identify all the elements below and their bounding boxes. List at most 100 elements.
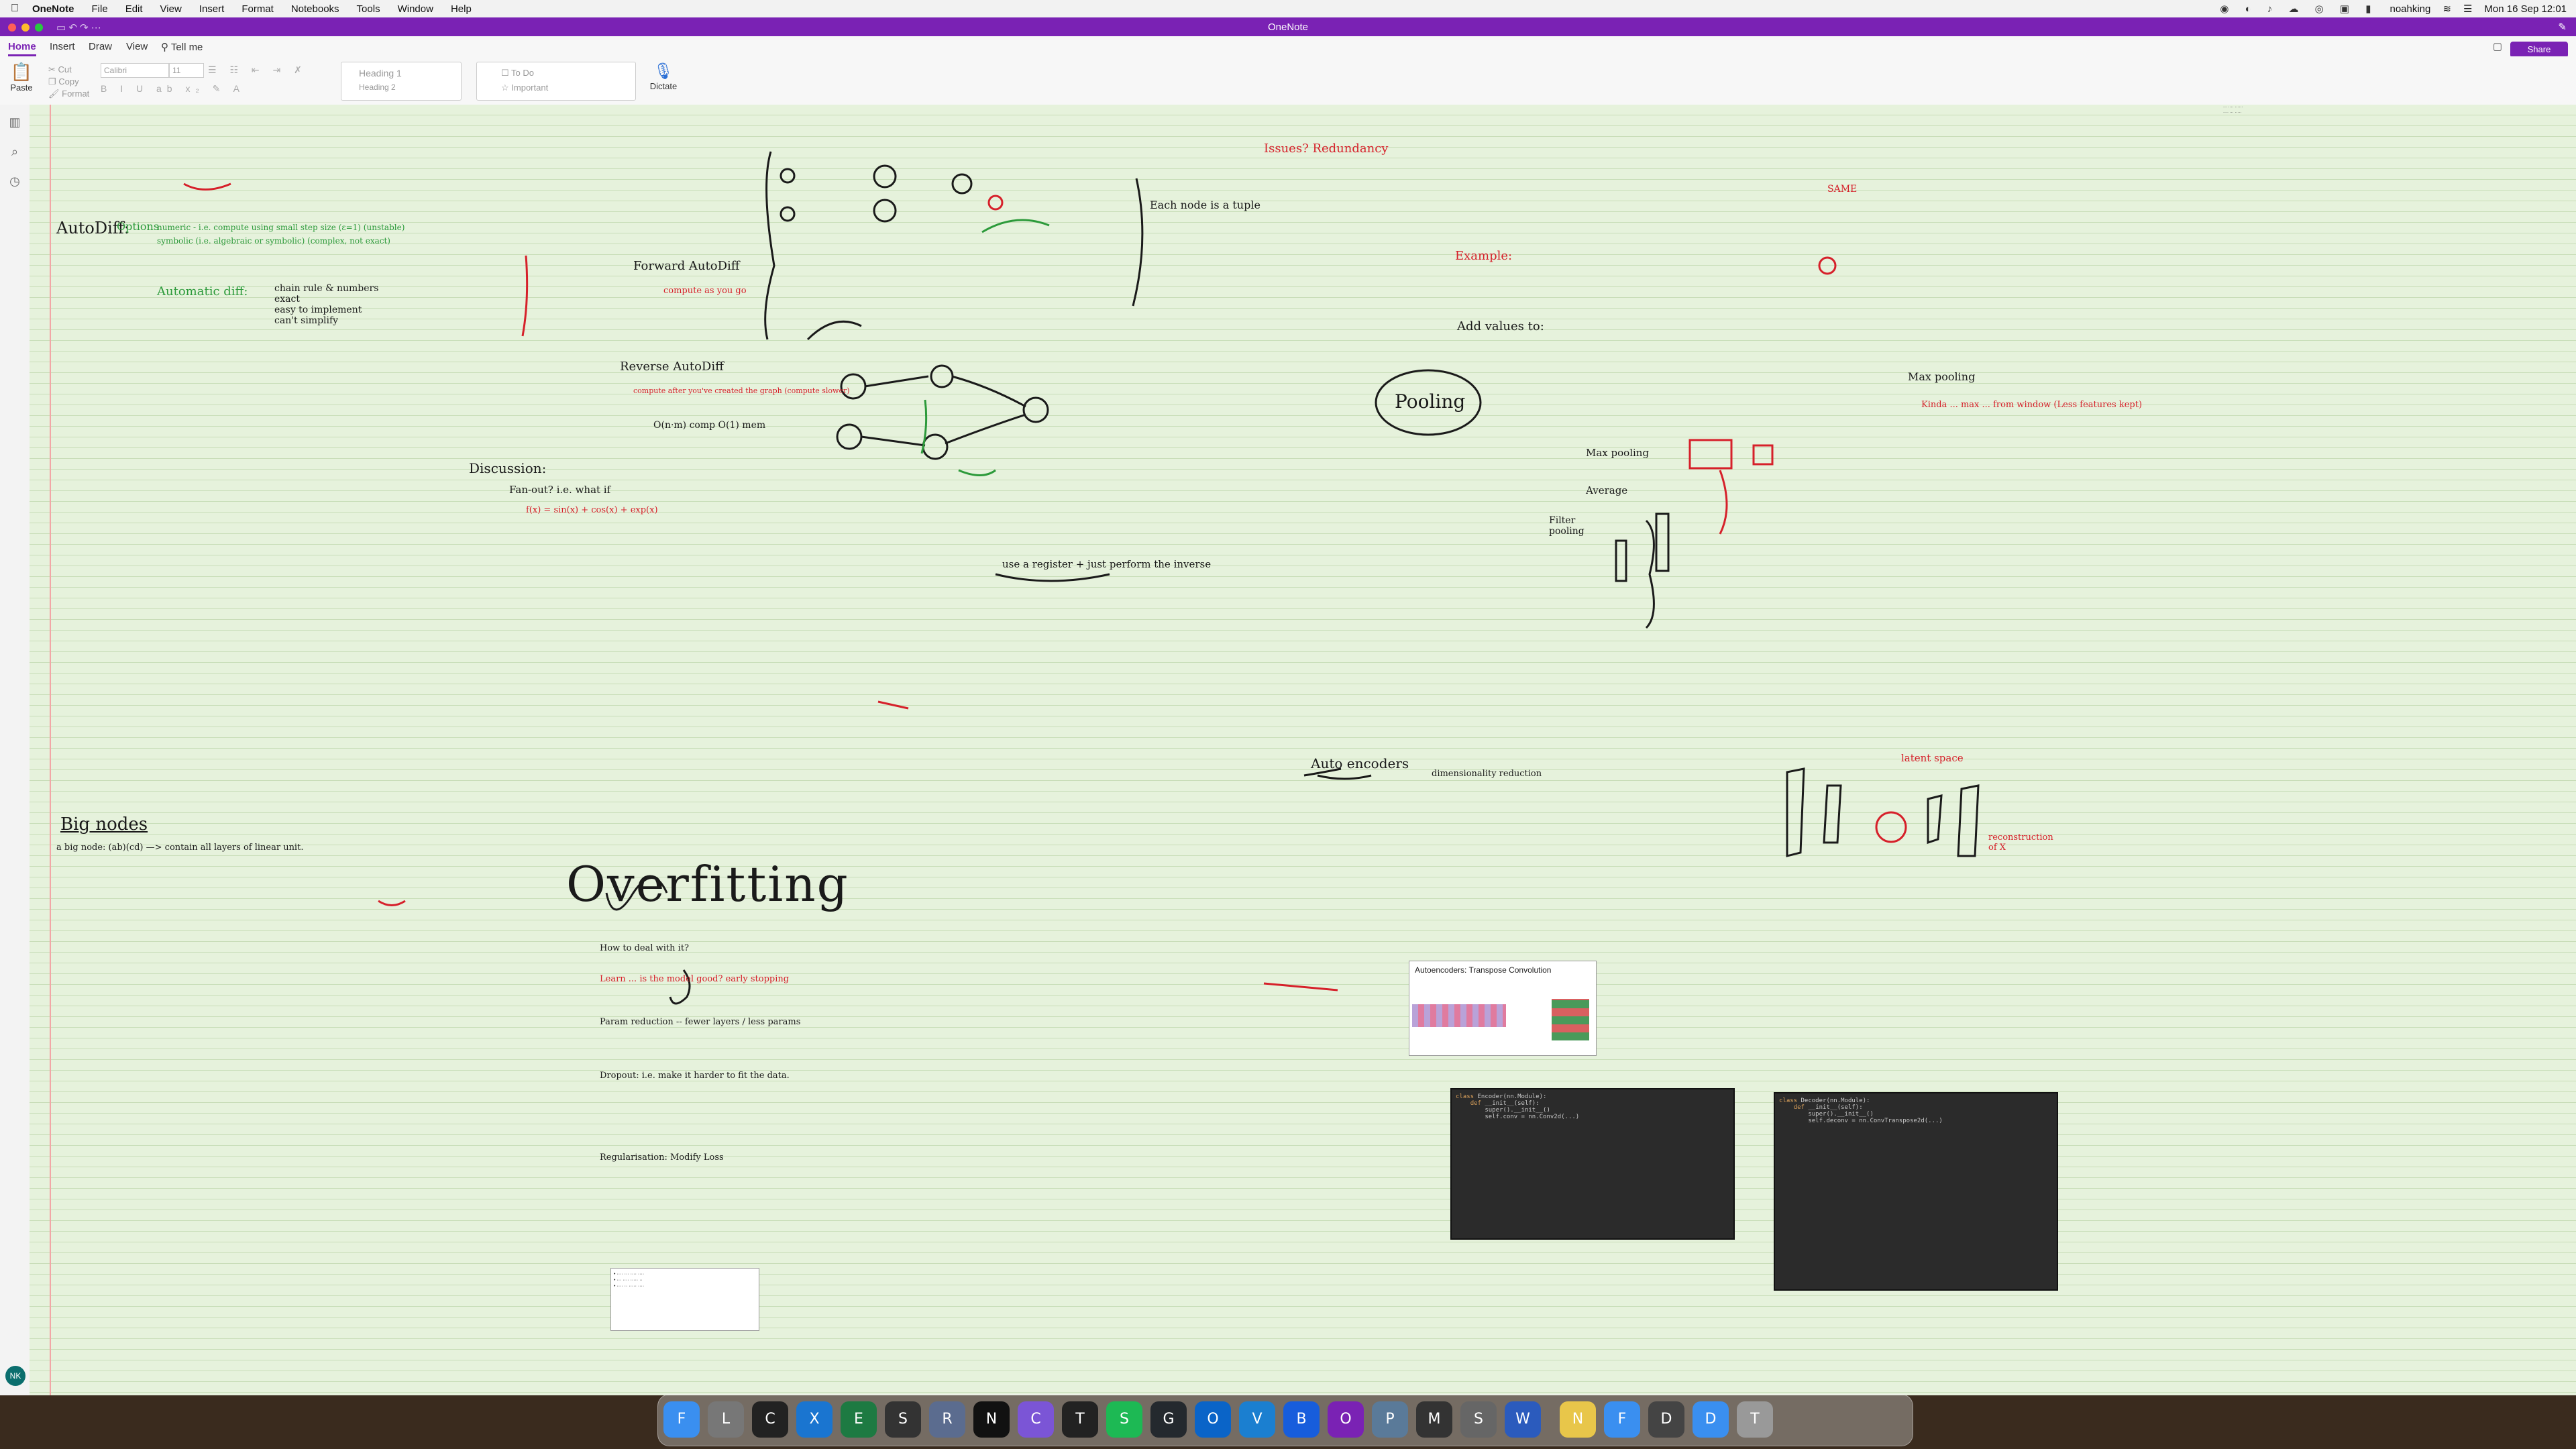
note-page-canvas[interactable]: AutoDiff: Options numeric - i.e. compute…: [30, 105, 2576, 1395]
dock-app-chatgpt-icon[interactable]: C: [752, 1401, 788, 1438]
code-screenshot[interactable]: class Decoder(nn.Module): def __init__(s…: [1774, 1092, 2058, 1291]
dock-app-spotify-icon[interactable]: S: [1106, 1401, 1142, 1438]
note-big-nodes-definition: a big node: (ab)(cd) —> contain all laye…: [56, 843, 304, 853]
menubar-user[interactable]: noahking: [2390, 3, 2430, 15]
cut-label: Cut: [58, 64, 72, 74]
menu-edit[interactable]: Edit: [125, 3, 143, 15]
dock-app-system-settings-icon[interactable]: S: [1460, 1401, 1497, 1438]
dock-app-market-icon[interactable]: M: [1416, 1401, 1452, 1438]
paste-button[interactable]: 📋 Paste: [8, 62, 35, 93]
tab-draw[interactable]: Draw: [89, 41, 112, 52]
dock-app-terminal-icon[interactable]: T: [1062, 1401, 1098, 1438]
format-label: Format: [62, 89, 90, 99]
dock-app-onenote-icon[interactable]: O: [1328, 1401, 1364, 1438]
menu-window[interactable]: Window: [398, 3, 433, 15]
dock-app-display-icon[interactable]: D: [1648, 1401, 1684, 1438]
ink-drawing-layer: [183, 151, 1980, 1005]
copy-button[interactable]: ❐ Copy: [48, 76, 79, 87]
dock-app-files-icon[interactable]: F: [1604, 1401, 1640, 1438]
dock-app-word-icon[interactable]: W: [1505, 1401, 1541, 1438]
dictate-label: Dictate: [649, 81, 678, 91]
menu-tools[interactable]: Tools: [357, 3, 380, 15]
tag-to-do[interactable]: ☐ To Do: [477, 62, 635, 78]
dock-app-preview-icon[interactable]: P: [1372, 1401, 1408, 1438]
styles-gallery[interactable]: Heading 1 Heading 2: [341, 62, 462, 101]
dock-app-bitwarden-icon[interactable]: B: [1283, 1401, 1320, 1438]
share-button[interactable]: Share: [2510, 42, 2568, 58]
note-automatic-diff: Automatic diff:: [157, 284, 248, 299]
tag-important[interactable]: ☆ Important: [477, 78, 635, 93]
dock-app-trash-icon[interactable]: T: [1737, 1401, 1773, 1438]
font-name-select[interactable]: Calibri: [101, 63, 169, 78]
menu-insert[interactable]: Insert: [199, 3, 225, 15]
tab-tell-me[interactable]: ⚲ Tell me: [161, 41, 203, 53]
dock-app-outlook-icon[interactable]: O: [1195, 1401, 1231, 1438]
menu-format[interactable]: Format: [241, 3, 274, 15]
auto-list-item: easy to implement: [274, 305, 362, 315]
copy-label: Copy: [58, 76, 79, 87]
menu-view[interactable]: View: [160, 3, 182, 15]
note-each-node: Each node is a tuple: [1150, 199, 1260, 211]
dock-app-vs-code-icon[interactable]: V: [1239, 1401, 1275, 1438]
style-heading-1[interactable]: Heading 1: [341, 62, 461, 78]
dock: FLCXESRNCTSGOVBOPMSWNFDDT: [657, 1394, 1913, 1446]
snippet-line: • ···· ·· ····· ····: [614, 1284, 645, 1289]
overfit-item: How to deal with it?: [600, 943, 690, 953]
auto-list-item: chain rule & numbers: [274, 283, 379, 294]
pasted-text-snippet[interactable]: • ···· ··· ···· ···· • ··· ···· ····· ··…: [610, 1268, 759, 1331]
pasted-slide-image[interactable]: Autoencoders: Transpose Convolution: [1409, 961, 1597, 1056]
pen-icon[interactable]: ✎: [2558, 21, 2567, 33]
menu-help[interactable]: Help: [451, 3, 472, 15]
control-center-icon[interactable]: ☰: [2463, 3, 2472, 15]
mac-menu-bar:  OneNote File Edit View Insert Format N…: [0, 0, 2576, 18]
dock-app-github-icon[interactable]: G: [1150, 1401, 1187, 1438]
dock-app-launchpad-icon[interactable]: L: [708, 1401, 744, 1438]
dock-app-copilot-icon[interactable]: C: [1018, 1401, 1054, 1438]
dock-app-stage-icon[interactable]: S: [885, 1401, 921, 1438]
apple-icon[interactable]: : [11, 3, 19, 15]
wifi-icon[interactable]: ≋: [2443, 3, 2451, 15]
tab-home[interactable]: Home: [8, 41, 36, 56]
slide-matrix-graphic: [1412, 1004, 1506, 1027]
comments-icon[interactable]: ▢: [2493, 40, 2502, 52]
dock-app-notion-icon[interactable]: N: [973, 1401, 1010, 1438]
pasted-text-top-right[interactable]: ··· ···· ······ ···· ··· ·····: [2223, 105, 2324, 158]
overfit-item: Param reduction -- fewer layers / less p…: [600, 1017, 801, 1027]
notebooks-icon[interactable]: ▥: [8, 115, 21, 129]
tab-insert[interactable]: Insert: [50, 41, 75, 52]
dock-app-downloads-icon[interactable]: D: [1693, 1401, 1729, 1438]
note-use-register: use a register + just perform the invers…: [1002, 558, 1212, 570]
dock-app-notes-icon[interactable]: N: [1560, 1401, 1596, 1438]
note-numeric: numeric - i.e. compute using small step …: [157, 223, 405, 232]
note-forward-compute: compute as you go: [663, 286, 747, 296]
cut-button[interactable]: ✂ Cut: [48, 64, 72, 75]
status-icons[interactable]: ◉ ◐ ♪ ☁ ◎ ▣ ▮: [2220, 3, 2377, 15]
tab-view[interactable]: View: [126, 41, 148, 52]
text-format-buttons[interactable]: B I U ab x₂ ✎ A: [101, 83, 245, 95]
avatar[interactable]: NK: [5, 1366, 25, 1386]
menu-app-name[interactable]: OneNote: [32, 3, 74, 15]
search-icon[interactable]: ⌕: [8, 145, 21, 158]
recent-icon[interactable]: ◷: [8, 174, 21, 188]
menu-notebooks[interactable]: Notebooks: [291, 3, 339, 15]
dictate-button[interactable]: 🎙 Dictate: [647, 62, 680, 91]
label-filter-pooling: Filter pooling: [1549, 515, 1585, 537]
snippet-line: • ···· ··· ···· ····: [614, 1272, 645, 1277]
label-reconstruction: reconstruction of X: [1988, 833, 2053, 853]
snippet-line: ··· ···· ······: [2223, 105, 2243, 109]
tags-gallery[interactable]: ☐ To Do ☆ Important: [476, 62, 636, 101]
slide-title: Autoencoders: Transpose Convolution: [1415, 965, 1552, 975]
format-painter-button[interactable]: 🖌 Format: [48, 89, 89, 99]
font-size-select[interactable]: 11: [169, 63, 204, 78]
style-heading-2[interactable]: Heading 2: [341, 78, 461, 92]
dock-app-r-icon[interactable]: R: [929, 1401, 965, 1438]
menubar-clock[interactable]: Mon 16 Sep 12:01: [2484, 3, 2567, 15]
dock-app-xcode-icon[interactable]: X: [796, 1401, 833, 1438]
dock-app-finder-icon[interactable]: F: [663, 1401, 700, 1438]
dock-app-excel-icon[interactable]: E: [841, 1401, 877, 1438]
list-buttons[interactable]: ☰ ☷ ⇤ ⇥ ✗: [208, 64, 307, 76]
window-title: OneNote: [1267, 21, 1309, 33]
note-redundancy: Issues? Redundancy: [1264, 142, 1389, 156]
code-screenshot[interactable]: class Encoder(nn.Module): def __init__(s…: [1450, 1088, 1735, 1240]
menu-file[interactable]: File: [92, 3, 108, 15]
